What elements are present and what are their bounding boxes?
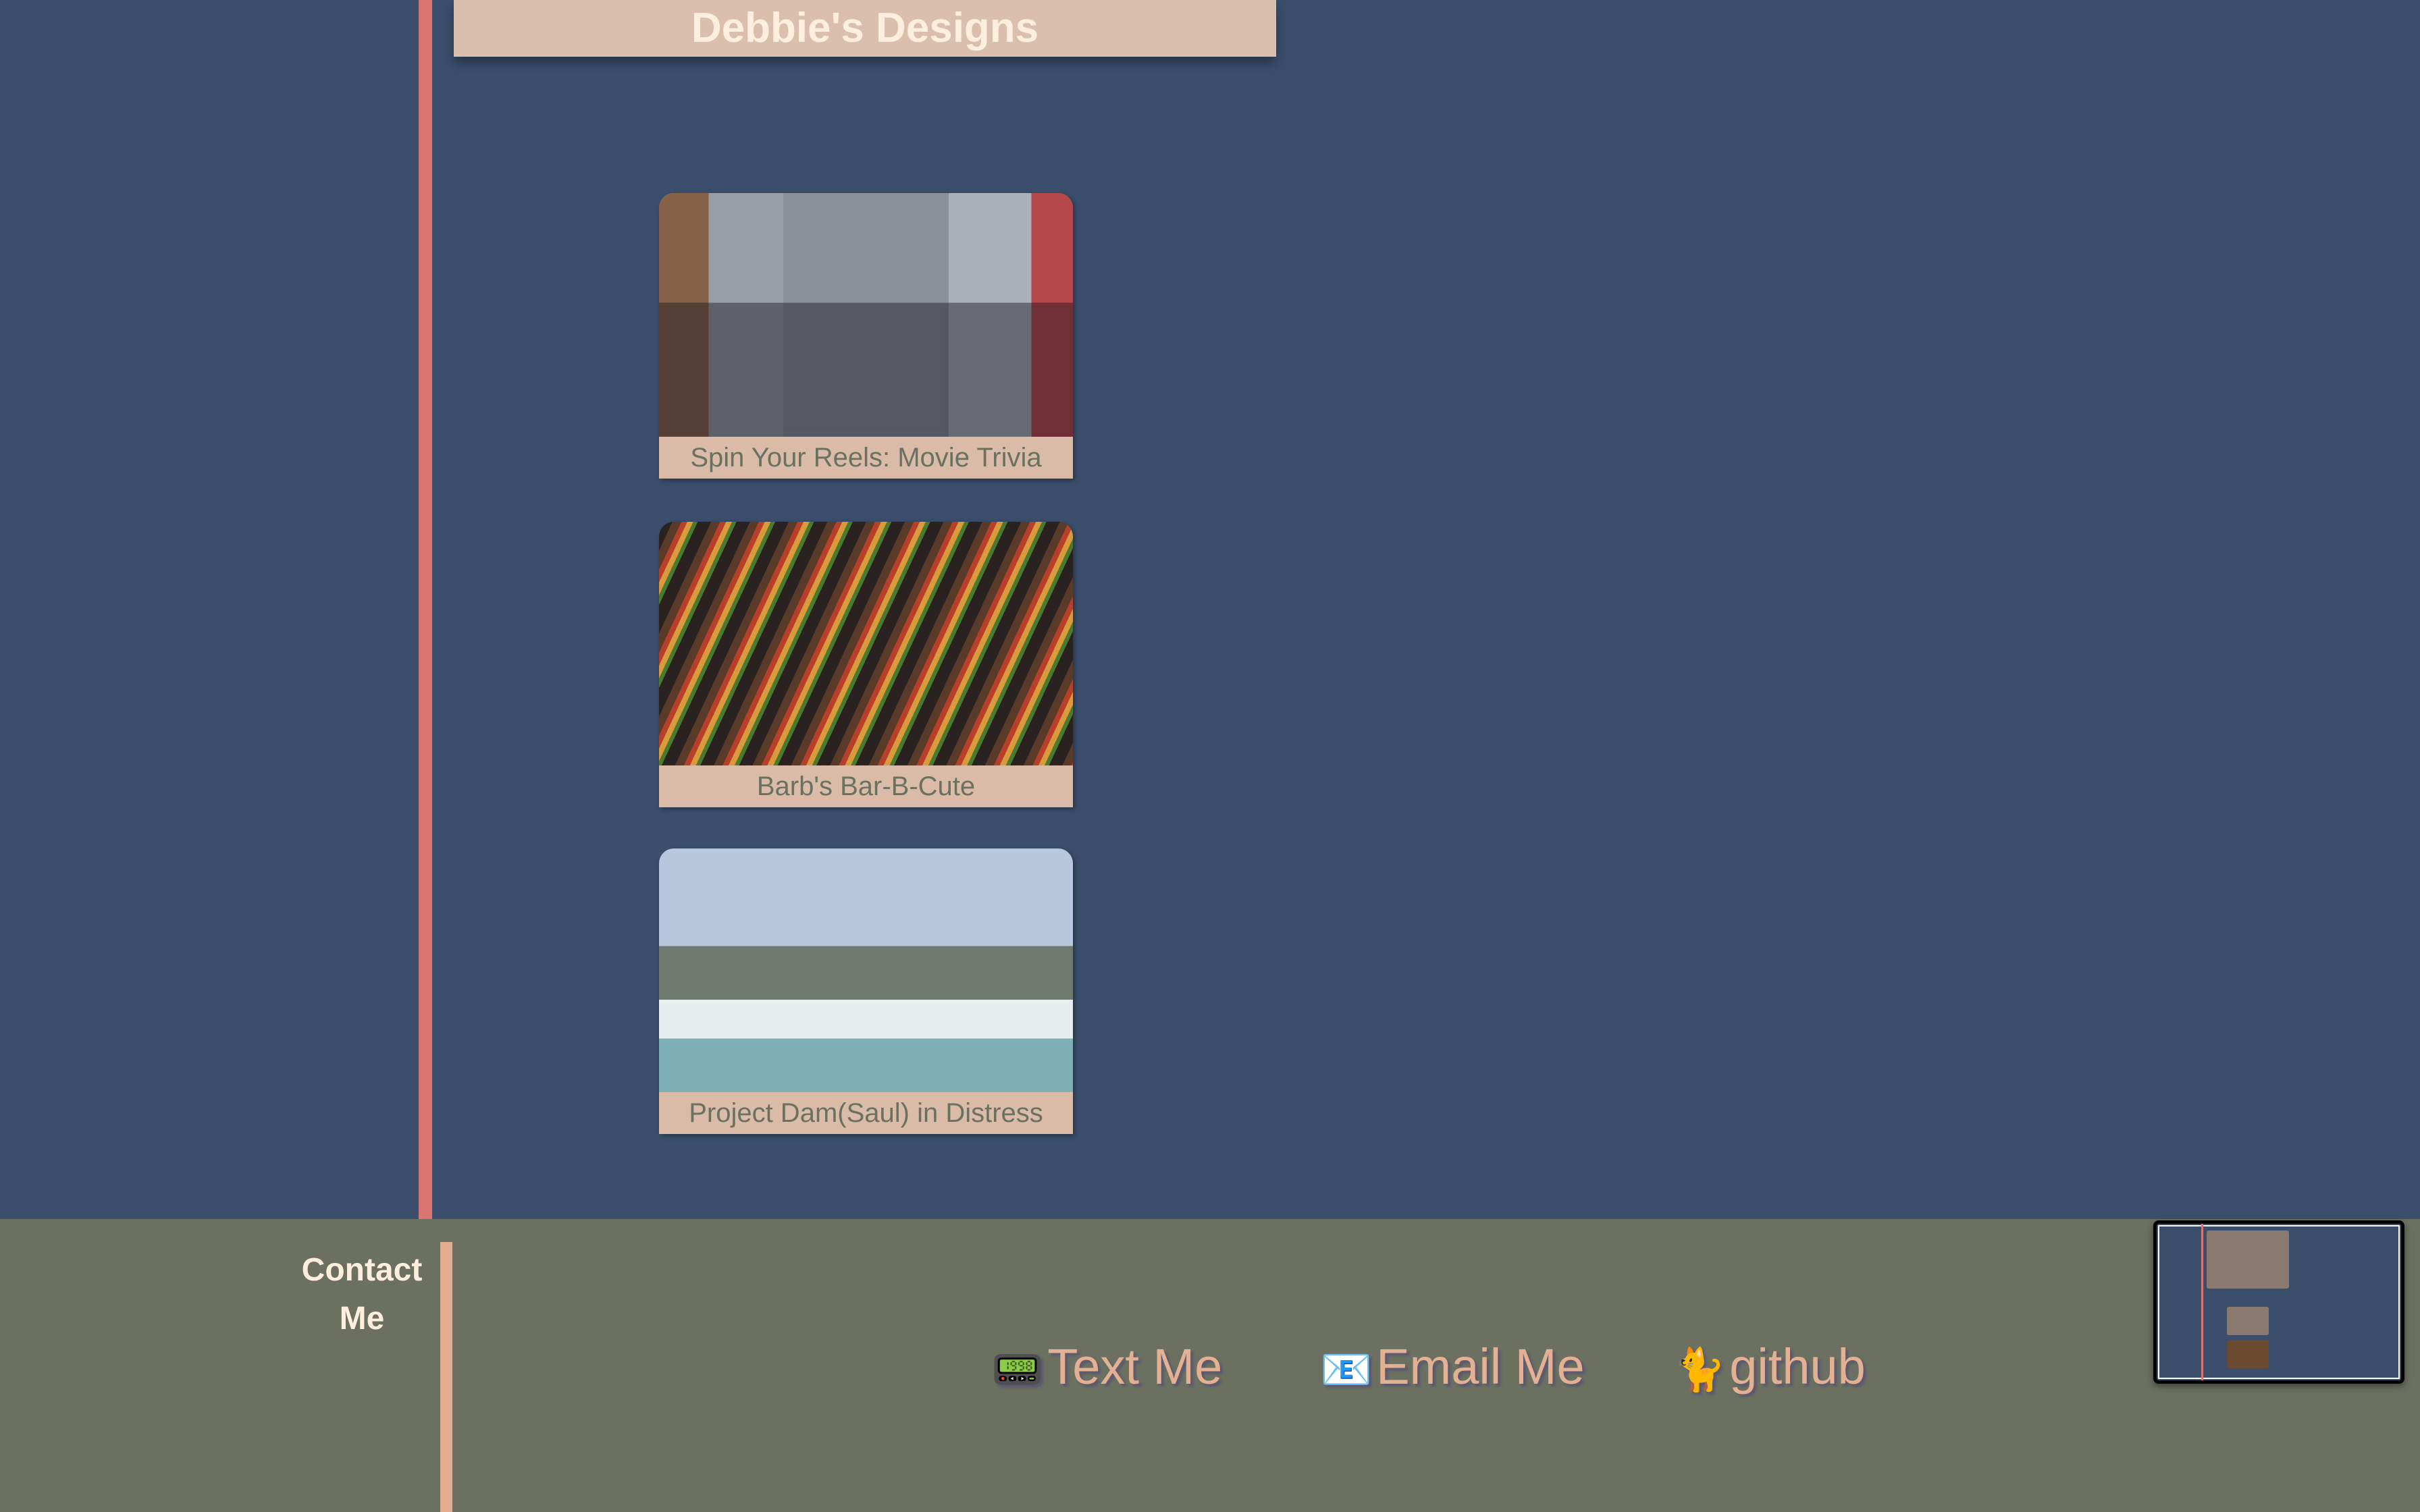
pager-icon: 📟 — [991, 1347, 1044, 1393]
project-card[interactable]: Spin Your Reels: Movie Trivia — [659, 193, 1073, 479]
link-label: Text Me — [1047, 1339, 1223, 1395]
email-me-link[interactable]: 📧Email Me — [1320, 1338, 1585, 1395]
featured-project-caption[interactable]: Debbie's Designs — [454, 0, 1276, 57]
project-image — [659, 848, 1073, 1092]
link-label: Email Me — [1376, 1339, 1585, 1395]
minimap-card — [2207, 1231, 2289, 1289]
project-image — [659, 193, 1073, 437]
sidebar-divider — [419, 0, 432, 1219]
cat-icon: 🐈 — [1673, 1347, 1726, 1393]
project-card[interactable]: Project Dam(Saul) in Distress — [659, 848, 1073, 1134]
contact-divider — [440, 1242, 452, 1512]
project-title: Project Dam(Saul) in Distress — [659, 1092, 1073, 1134]
link-label: github — [1729, 1339, 1866, 1395]
contact-heading: Contact Me — [301, 1252, 423, 1336]
project-image — [659, 522, 1073, 765]
minimap-divider — [2201, 1224, 2203, 1380]
project-title: Barb's Bar-B-Cute — [659, 765, 1073, 807]
github-link[interactable]: 🐈github — [1673, 1338, 1866, 1395]
project-card[interactable]: Barb's Bar-B-Cute — [659, 522, 1073, 807]
page-minimap[interactable] — [2153, 1220, 2404, 1384]
minimap-card — [2227, 1307, 2269, 1335]
minimap-card — [2227, 1340, 2269, 1368]
email-icon: 📧 — [1320, 1347, 1373, 1393]
featured-project-title: Debbie's Designs — [691, 5, 1039, 51]
project-title: Spin Your Reels: Movie Trivia — [659, 437, 1073, 479]
text-me-link[interactable]: 📟Text Me — [991, 1338, 1222, 1395]
